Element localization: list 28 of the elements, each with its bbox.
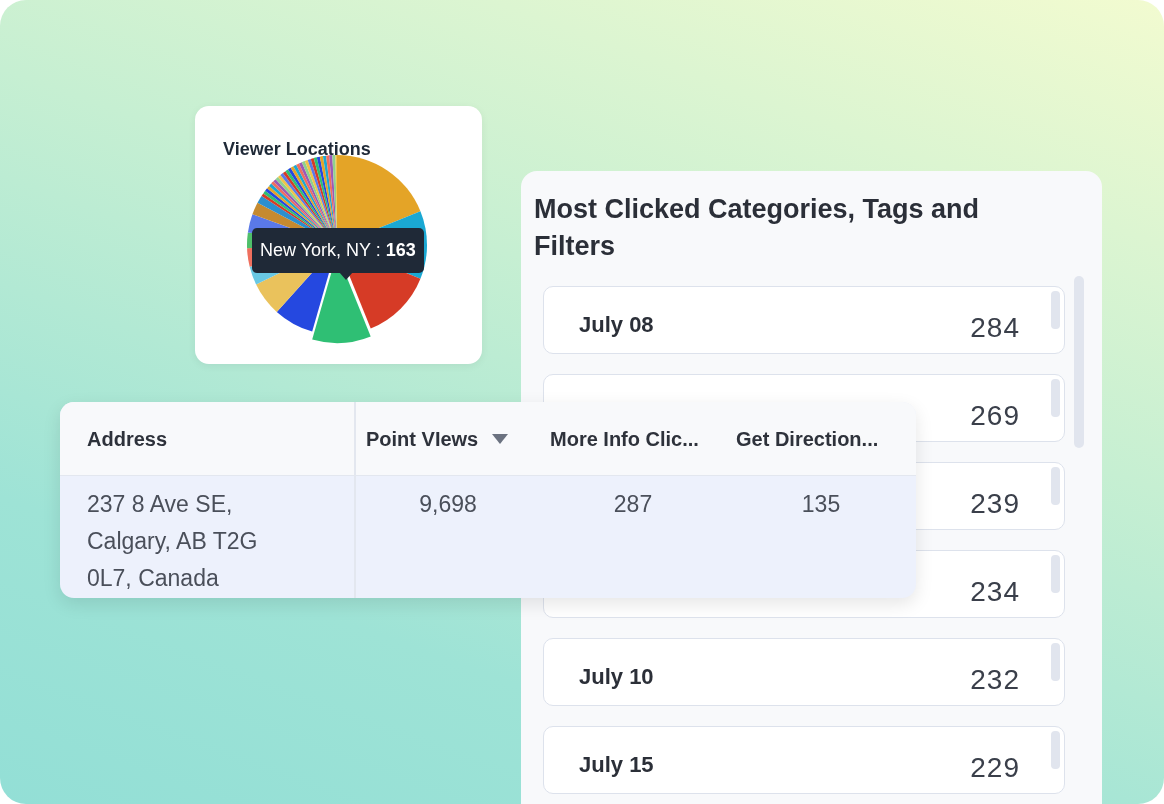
chart-title: Viewer Locations bbox=[223, 138, 371, 161]
count-text: 229 bbox=[970, 751, 1020, 785]
column-header[interactable]: Get Direction... bbox=[726, 402, 916, 475]
scrollbar bbox=[1051, 291, 1060, 329]
table-cell: 287 bbox=[613, 491, 653, 517]
scrollbar bbox=[1051, 555, 1060, 593]
table-cell: 9,698 bbox=[419, 491, 477, 517]
scrollbar bbox=[1051, 731, 1060, 769]
sort-icon[interactable] bbox=[492, 432, 509, 445]
panel-title: Most Clicked Categories, Tags and Filters bbox=[534, 193, 981, 263]
count-text: 234 bbox=[970, 575, 1020, 609]
count-text: 269 bbox=[970, 399, 1020, 433]
count-text: 239 bbox=[970, 487, 1020, 521]
column-header[interactable]: Point VIews bbox=[356, 402, 540, 475]
count-text: 232 bbox=[970, 663, 1020, 697]
column-header[interactable]: More Info Clic... bbox=[540, 402, 726, 475]
scrollbar bbox=[1051, 643, 1060, 681]
tooltip: New York, NY : 163 bbox=[252, 228, 424, 273]
scrollbar bbox=[1051, 467, 1060, 505]
scrollbar bbox=[1051, 379, 1060, 417]
count-text: 284 bbox=[970, 311, 1020, 345]
table-cell: 237 8 Ave SE, Calgary, AB T2G 0L7, Canada bbox=[87, 491, 258, 591]
date-label: July 10 bbox=[579, 663, 654, 691]
date-label: July 15 bbox=[579, 751, 654, 779]
table-cell: 135 bbox=[801, 491, 841, 517]
column-header[interactable]: Address bbox=[60, 402, 356, 475]
date-label: July 08 bbox=[579, 311, 654, 339]
tooltip-arrow-icon bbox=[339, 272, 353, 280]
